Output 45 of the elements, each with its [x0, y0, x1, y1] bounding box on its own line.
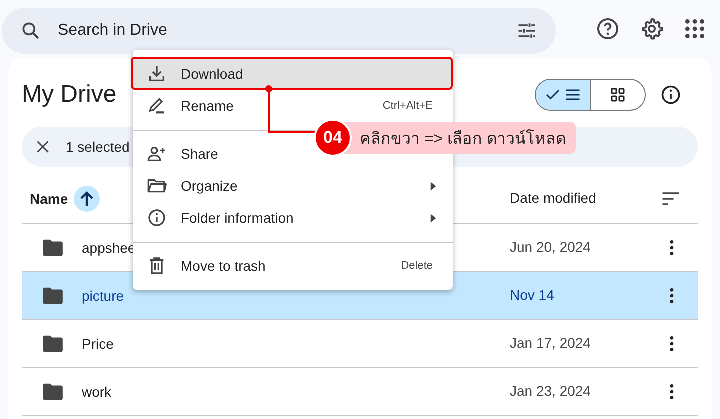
menu-item[interactable]: Download — [133, 58, 453, 90]
info-icon — [147, 208, 167, 228]
file-name: picture — [82, 288, 124, 304]
help-icon[interactable] — [596, 17, 620, 41]
annotation-tooltip: คลิกขวา => เลือก ดาวน์โหลด — [344, 122, 576, 154]
file-name: work — [82, 384, 112, 400]
menu-label: Folder information — [181, 210, 295, 226]
search-icon — [20, 20, 42, 42]
date-modified: Jun 20, 2024 — [510, 238, 591, 254]
date-modified: Jan 17, 2024 — [510, 334, 591, 350]
search-field[interactable]: Search in Drive — [2, 8, 556, 54]
download-icon — [147, 64, 167, 84]
date-modified: Nov 14 — [510, 286, 554, 302]
menu-item[interactable]: Rename Ctrl+Alt+E — [133, 90, 453, 122]
pencil-icon — [147, 96, 167, 116]
menu-item[interactable]: Organize — [133, 170, 453, 202]
menu-item[interactable]: Folder information — [133, 202, 453, 234]
folder-icon — [42, 334, 64, 352]
menu-label: Download — [181, 66, 244, 82]
grid-icon — [609, 86, 627, 104]
search-input[interactable]: Search in Drive — [56, 21, 502, 41]
keyboard-shortcut: Ctrl+Alt+E — [382, 100, 433, 112]
date-modified: Jan 23, 2024 — [510, 382, 591, 398]
file-name: Price — [82, 336, 114, 352]
apps-icon[interactable] — [684, 18, 706, 40]
info-icon[interactable] — [660, 84, 682, 106]
view-option[interactable] — [536, 80, 590, 110]
page-title[interactable]: My Drive — [22, 81, 117, 108]
file-row[interactable]: Price Jan 17, 2024 — [22, 320, 698, 368]
folder-icon — [42, 382, 64, 400]
menu-label: Organize — [181, 178, 239, 194]
file-name: appshee — [82, 240, 136, 256]
column-header[interactable]: Name — [30, 191, 68, 207]
menu-label: Move to trash — [181, 258, 267, 274]
keyboard-shortcut: Delete — [401, 260, 433, 272]
column-header[interactable]: Date modified — [510, 190, 596, 206]
selection-count: 1 selected — [66, 139, 130, 155]
add-person-icon — [147, 144, 167, 164]
settings-icon[interactable] — [640, 17, 664, 41]
file-row[interactable]: work Jan 23, 2024 — [22, 368, 698, 416]
view-toggle[interactable] — [535, 79, 646, 111]
folder-icon — [42, 286, 64, 304]
folder-icon — [42, 238, 64, 256]
menu-label: Rename — [181, 98, 235, 114]
menu-label: Share — [181, 146, 220, 162]
